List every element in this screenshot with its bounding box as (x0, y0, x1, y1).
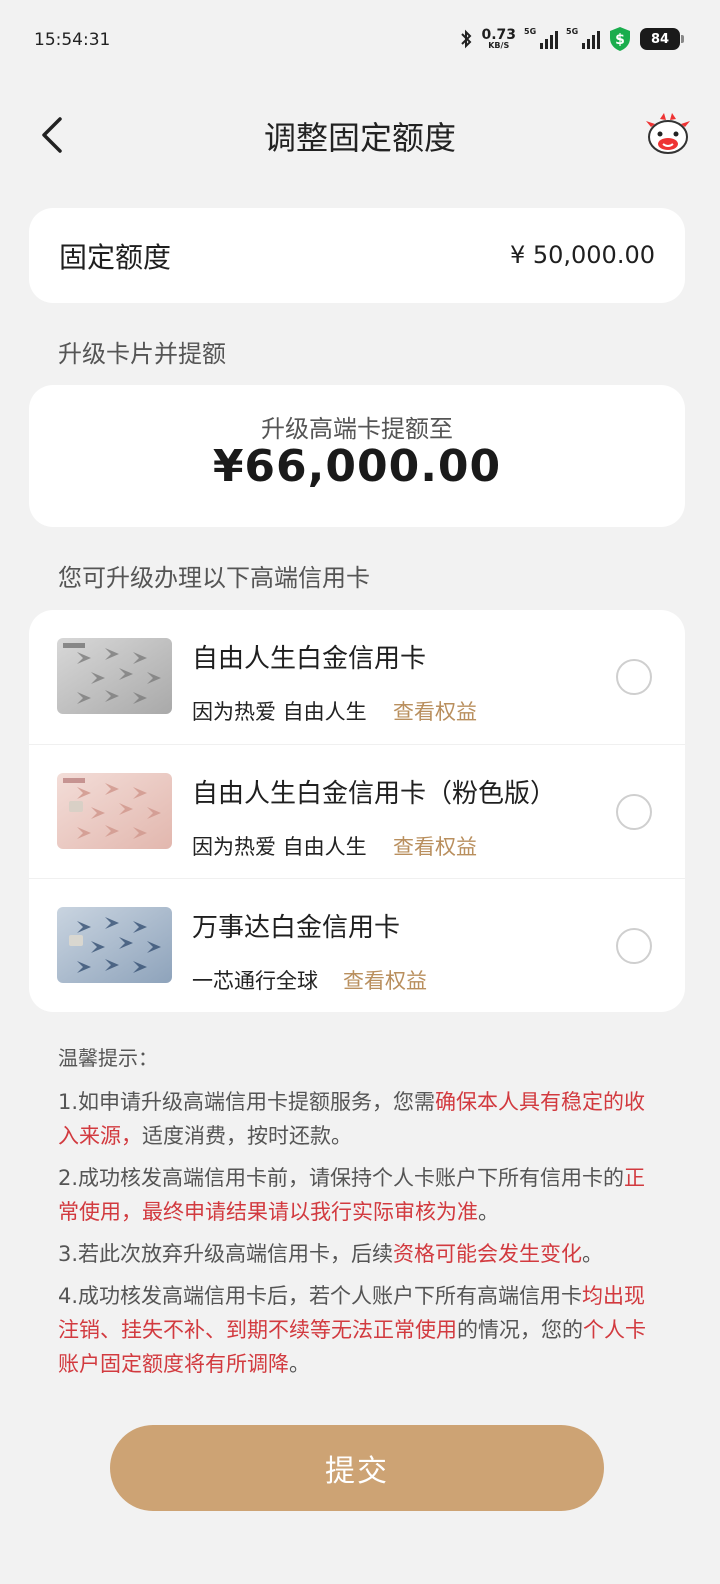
fixed-limit-card: 固定额度 ¥ 50,000.00 (29, 208, 685, 303)
fixed-limit-label: 固定额度 (59, 241, 172, 274)
assistant-mascot-button[interactable] (644, 111, 692, 159)
view-benefits-link[interactable]: 查看权益 (393, 831, 477, 861)
tips-title: 温馨提示： (58, 1046, 158, 1070)
card-slogan: 一芯通行全球 (192, 969, 318, 993)
signal-icon: 5G (524, 27, 558, 49)
cow-mascot-icon (646, 113, 690, 154)
view-benefits-link[interactable]: 查看权益 (393, 696, 477, 726)
status-bar: 15:54:31 0.73 KB/S 5G 5G $ 84 (0, 0, 720, 80)
svg-text:$: $ (615, 32, 625, 48)
tip-item: 3.若此次放弃升级高端信用卡，后续资格可能会发生变化。 (58, 1242, 604, 1266)
view-benefits-link[interactable]: 查看权益 (343, 965, 427, 995)
card-image-platinum-silver (57, 638, 172, 714)
network-speed: 0.73 KB/S (481, 27, 516, 50)
bluetooth-icon (461, 29, 472, 49)
card-option[interactable]: 自由人生白金信用卡（粉色版） 因为热爱 自由人生 查看权益 (29, 744, 685, 878)
card-name: 自由人生白金信用卡（粉色版） (192, 779, 557, 809)
upgrade-section-title: 升级卡片并提额 (58, 340, 226, 368)
upgrade-amount-card: 升级高端卡提额至 ¥66,000.00 (29, 385, 685, 527)
card-name: 万事达白金信用卡 (192, 913, 401, 943)
card-image-mastercard-platinum (57, 907, 172, 983)
status-icons: 0.73 KB/S 5G 5G $ 84 (459, 26, 684, 52)
battery-icon: 84 (640, 28, 684, 50)
card-option[interactable]: 自由人生白金信用卡 因为热爱 自由人生 查看权益 (29, 610, 685, 744)
card-select-radio[interactable] (616, 794, 652, 830)
nav-bar: 调整固定额度 (0, 95, 720, 175)
tip-item: 2.成功核发高端信用卡前，请保持个人卡账户下所有信用卡的正常使用，最终申请结果请… (58, 1166, 646, 1224)
card-options-list: 自由人生白金信用卡 因为热爱 自由人生 查看权益 自由人生白金信用卡（粉色版） … (29, 610, 685, 1012)
tip-item: 4.成功核发高端信用卡后，若个人账户下所有高端信用卡均出现注销、挂失不补、到期不… (58, 1284, 646, 1376)
card-name: 自由人生白金信用卡 (192, 644, 427, 674)
card-select-radio[interactable] (616, 659, 652, 695)
card-option[interactable]: 万事达白金信用卡 一芯通行全球 查看权益 (29, 878, 685, 1012)
page-title: 调整固定额度 (263, 119, 456, 157)
tip-item: 1.如申请升级高端信用卡提额服务，您需确保本人具有稳定的收入来源，适度消费，按时… (58, 1090, 646, 1148)
card-select-radio[interactable] (616, 928, 652, 964)
card-slogan: 因为热爱 自由人生 (192, 835, 367, 859)
upgrade-subtitle: 升级高端卡提额至 (261, 415, 453, 443)
card-slogan: 因为热爱 自由人生 (192, 700, 367, 724)
card-image-platinum-pink (57, 773, 172, 849)
submit-button[interactable]: 提交 (110, 1425, 604, 1511)
upgrade-amount: ¥66,000.00 (212, 441, 502, 492)
security-shield-icon: $ (610, 27, 630, 51)
fixed-limit-value: ¥ 50,000.00 (509, 241, 655, 269)
status-time: 15:54:31 (34, 30, 111, 50)
signal-icon: 5G (566, 27, 600, 49)
tips-section: 温馨提示： 1.如申请升级高端信用卡提额服务，您需确保本人具有稳定的收入来源，适… (58, 1042, 658, 1389)
cards-section-title: 您可升级办理以下高端信用卡 (58, 564, 370, 592)
